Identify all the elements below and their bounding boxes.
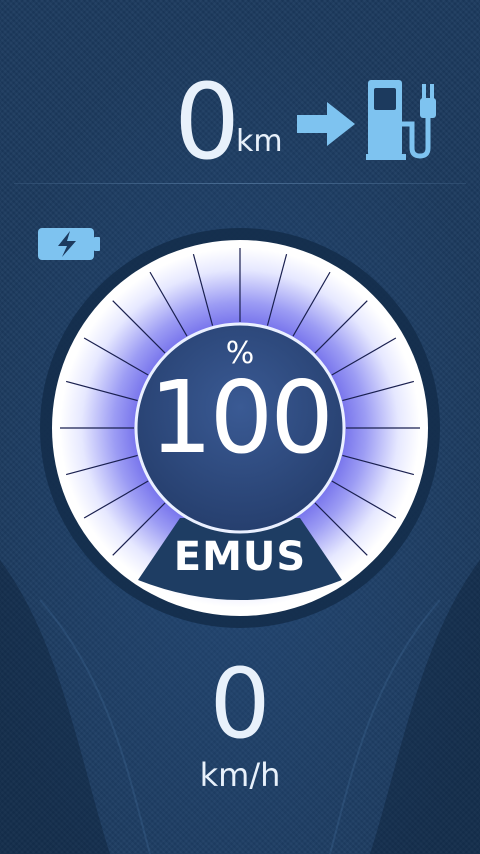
charging-station-icon xyxy=(366,80,436,160)
speed-value: 0 xyxy=(209,648,271,760)
arrow-right-icon xyxy=(297,102,355,146)
divider xyxy=(14,183,466,184)
battery-gauge: % 100 EMUS xyxy=(38,226,442,630)
speed-unit: km/h xyxy=(199,756,281,794)
range-to-empty: 0 km xyxy=(0,61,480,183)
brand-logo: EMUS xyxy=(173,534,307,580)
battery-charging-icon xyxy=(38,228,100,260)
range-value: 0 xyxy=(174,61,240,183)
battery-level: 100 xyxy=(149,359,334,476)
range-unit: km xyxy=(236,124,283,159)
